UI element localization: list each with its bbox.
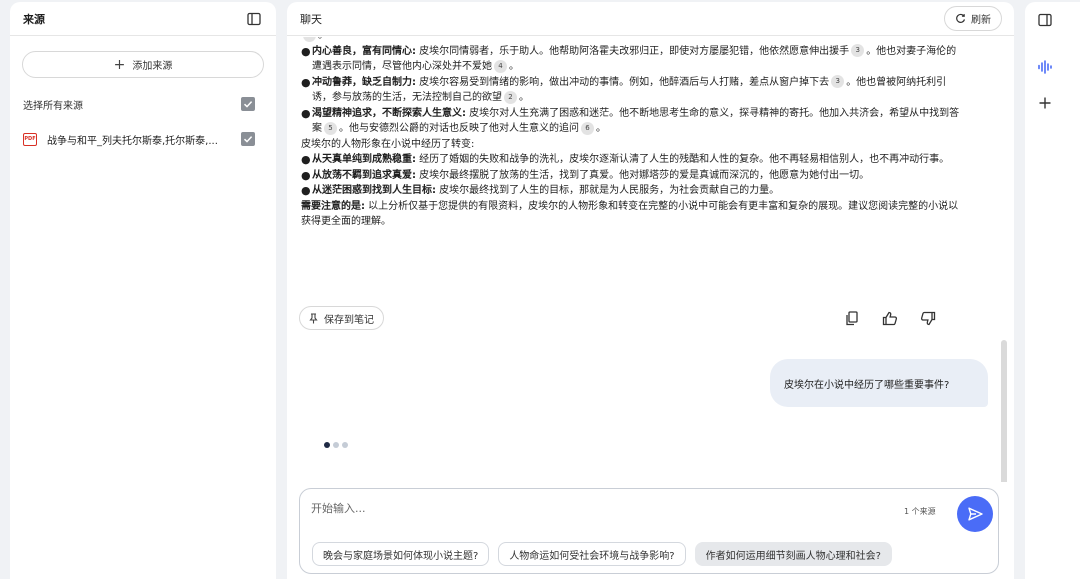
list-item: ● 冲动鲁莽，缺乏自制力: 皮埃尔容易受到情绪的影响，做出冲动的事情。例如，他醉…	[301, 75, 947, 104]
typing-indicator	[324, 442, 348, 448]
sources-title: 来源	[23, 12, 45, 26]
chat-messages: 2。 ● 内心善良，富有同情心: 皮埃尔同情弱者，乐于助人。他帮助阿洛霍夫改邪归…	[287, 37, 1014, 482]
collapse-panel-icon[interactable]	[244, 9, 264, 29]
citation-badge[interactable]: 3	[851, 44, 865, 57]
pin-icon	[309, 312, 318, 323]
thumbs-up-icon[interactable]	[880, 308, 900, 328]
audio-waveform-icon[interactable]	[1035, 57, 1055, 77]
save-to-note-button[interactable]: 保存到笔记	[299, 306, 384, 330]
select-all-label: 选择所有来源	[23, 100, 83, 112]
refresh-icon	[956, 13, 966, 23]
list-item: ● 从迷茫困惑到找到人生目标: 皮埃尔最终找到了人生的目标，那就是为人民服务，为…	[301, 184, 780, 197]
send-button[interactable]	[957, 496, 993, 532]
source-count: 1 个来源	[904, 507, 936, 516]
user-message: 皮埃尔在小说中经历了哪些重要事件?	[770, 359, 988, 407]
source-item-name: 战争与和平_列夫托尔斯泰,托尔斯泰,...	[47, 135, 218, 147]
transform-intro: 皮埃尔的人物形象在小说中经历了转变:	[301, 138, 475, 150]
citation-badge[interactable]: 6	[581, 121, 594, 135]
citation-badge[interactable]: 2	[504, 90, 517, 104]
suggestion-chips: 晚会与家庭场景如何体现小说主题? 人物命运如何受社会环境与战争影响? 作者如何运…	[312, 542, 892, 566]
source-item-checkbox[interactable]	[241, 132, 255, 146]
source-item[interactable]: PDF 战争与和平_列夫托尔斯泰,托尔斯泰,...	[23, 130, 255, 148]
suggestion-chip[interactable]: 作者如何运用细节刻画人物心理和社会?	[694, 542, 892, 566]
check-icon	[243, 136, 253, 143]
assistant-message: 2。 ● 内心善良，富有同情心: 皮埃尔同情弱者，乐于助人。他帮助阿洛霍夫改邪归…	[301, 37, 961, 230]
select-all-checkbox[interactable]	[241, 97, 255, 111]
refresh-button[interactable]: 刷新	[944, 6, 1002, 31]
citation-badge[interactable]: 3	[831, 75, 845, 88]
sources-panel: 来源 + 添加来源 选择所有来源 PDF 战争与和平_列夫托尔斯泰,托尔斯泰,.…	[10, 2, 276, 579]
user-message-text: 皮埃尔在小说中经历了哪些重要事件?	[784, 379, 950, 391]
message-actions	[842, 308, 938, 328]
message-composer: 1 个来源 晚会与家庭场景如何体现小说主题? 人物命运如何受社会环境与战争影响?…	[299, 488, 999, 574]
check-icon	[243, 101, 253, 108]
copy-icon[interactable]	[842, 308, 862, 328]
scrollbar[interactable]	[1001, 340, 1007, 482]
studio-rail	[1025, 2, 1080, 579]
expand-panel-icon[interactable]	[1035, 10, 1055, 30]
list-item: ● 从放荡不羁到追求真爱: 皮埃尔最终摆脱了放荡的生活，找到了真爱。他对娜塔莎的…	[301, 168, 870, 182]
chat-title: 聊天	[300, 12, 322, 26]
thumbs-down-icon[interactable]	[918, 308, 938, 328]
list-item: ● 内心善良，富有同情心: 皮埃尔同情弱者，乐于助人。他帮助阿洛霍夫改邪归正，即…	[301, 44, 957, 73]
list-item: ● 渴望精神追求，不断探索人生意义: 皮埃尔对人生充满了困惑和迷茫。他不断地思考…	[301, 106, 960, 135]
list-item: ● 从天真单纯到成熟稳重: 经历了婚姻的失败和战争的洗礼，皮埃尔逐渐认清了人生的…	[301, 153, 950, 166]
save-to-note-label: 保存到笔记	[324, 314, 374, 326]
citation-badge[interactable]: 4	[494, 59, 507, 73]
chat-input[interactable]	[311, 502, 871, 515]
citation-badge[interactable]: 5	[324, 121, 337, 135]
note-paragraph: 需要注意的是: 以上分析仅基于您提供的有限资料，皮埃尔的人物形象和转变在完整的小…	[301, 200, 959, 228]
suggestion-chip[interactable]: 人物命运如何受社会环境与战争影响?	[498, 542, 686, 566]
add-source-label: 添加来源	[132, 61, 173, 72]
plus-icon: +	[113, 56, 126, 73]
sources-header: 来源	[10, 2, 276, 36]
refresh-label: 刷新	[971, 15, 991, 26]
suggestion-chip[interactable]: 晚会与家庭场景如何体现小说主题?	[312, 542, 490, 566]
pdf-icon: PDF	[23, 132, 37, 146]
add-icon[interactable]	[1035, 93, 1055, 113]
citation-badge[interactable]: 2	[303, 37, 316, 42]
chat-header: 聊天 刷新	[287, 2, 1014, 36]
select-all-row: 选择所有来源	[23, 95, 255, 113]
chat-panel: 聊天 刷新 2。 ● 内心善良，富有同情心: 皮埃尔同情弱者，乐于助人。他帮助阿…	[287, 2, 1014, 579]
send-icon	[967, 507, 983, 521]
add-source-button[interactable]: + 添加来源	[22, 51, 264, 78]
